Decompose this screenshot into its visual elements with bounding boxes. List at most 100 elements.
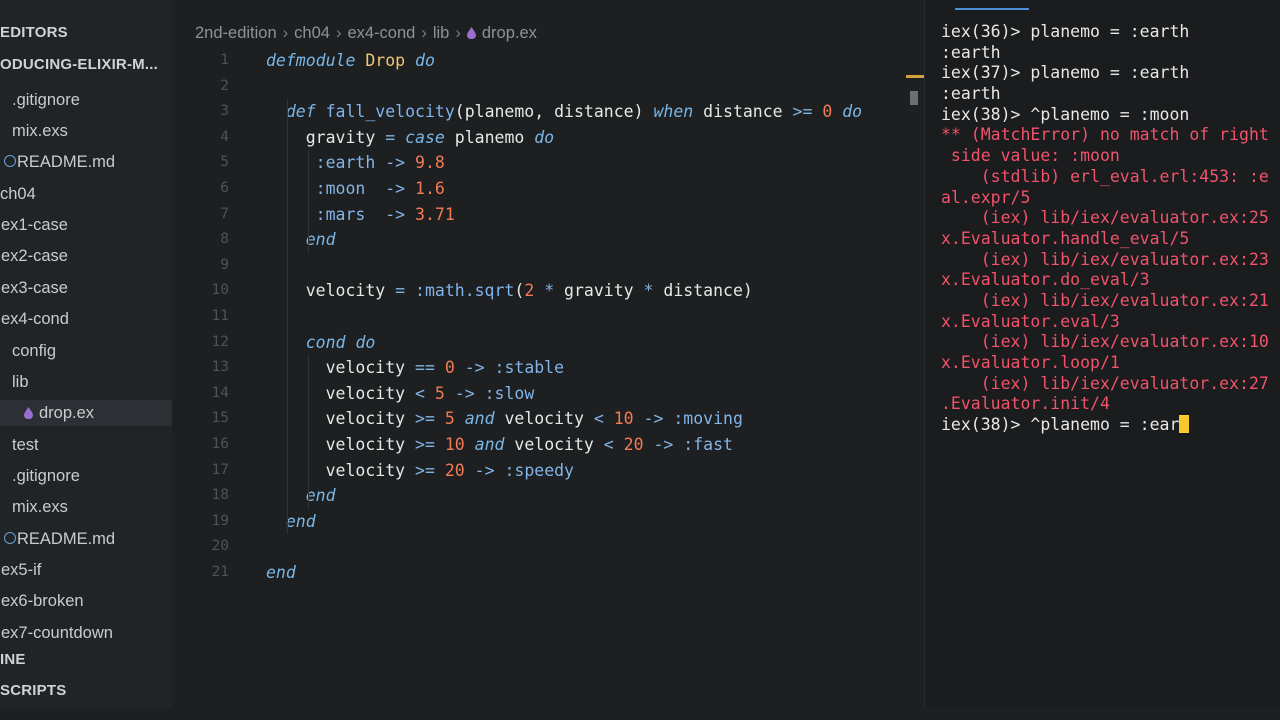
- sidebar-item[interactable]: ex5-if: [0, 557, 41, 583]
- status-bar: [0, 708, 1280, 720]
- breadcrumb-item[interactable]: 2nd-edition: [195, 24, 277, 42]
- terminal-tab-indicator[interactable]: [955, 8, 1029, 10]
- info-icon: [4, 532, 16, 544]
- sidebar-item[interactable]: ex3-case: [0, 275, 68, 301]
- breadcrumb-item[interactable]: drop.ex: [482, 24, 537, 42]
- terminal-prompt-line[interactable]: iex(38)> ^planemo = :ear: [941, 415, 1269, 436]
- line-number: 16: [211, 436, 229, 452]
- indent-guide: [308, 150, 309, 253]
- terminal-panel[interactable]: iex(36)> planemo = :earth:earth iex(37)> …: [924, 0, 1280, 720]
- breadcrumb-item[interactable]: lib: [433, 24, 450, 42]
- code-line[interactable]: end: [266, 560, 296, 586]
- line-number: 13: [211, 359, 229, 376]
- code-editor[interactable]: 2nd-edition › ch04 › ex4-cond › lib › drop.ex 1 d…: [172, 0, 924, 720]
- sidebar-item[interactable]: ex2-case: [0, 243, 68, 269]
- line-number: 21: [211, 564, 229, 580]
- sidebar-section-header[interactable]: INE: [0, 647, 26, 673]
- line-number: 15: [211, 410, 229, 427]
- sidebar-item-label: ex7-countdown: [1, 624, 113, 642]
- chevron-right-icon: ›: [335, 24, 342, 42]
- breadcrumb-item[interactable]: ex4-cond: [347, 24, 415, 42]
- sidebar-item[interactable]: lib: [0, 369, 29, 395]
- terminal-error-line: al.expr/5: [941, 187, 1031, 207]
- terminal-error-line: x.Evaluator.eval/3: [941, 311, 1120, 331]
- sidebar-item-label: ODUCING-ELIXIR-M...: [0, 56, 158, 73]
- terminal-line: :earth: [941, 84, 1001, 104]
- line-number: 17: [211, 461, 229, 478]
- code-line[interactable]: def fall_velocity(planemo, distance) whe…: [266, 99, 862, 125]
- code-line[interactable]: velocity >= 10 and velocity < 20 -> :fas…: [266, 432, 733, 458]
- line-number: 10: [211, 282, 229, 299]
- code-line[interactable]: velocity == 0 -> :stable: [266, 355, 564, 381]
- code-line[interactable]: velocity = :math.sqrt(2 * gravity * dist…: [266, 278, 753, 304]
- sidebar-section-header[interactable]: ODUCING-ELIXIR-M...: [0, 52, 158, 78]
- line-number: 4: [220, 128, 229, 145]
- indent-guide: [308, 355, 309, 509]
- sidebar-item[interactable]: mix.exs: [0, 494, 68, 520]
- sidebar-item[interactable]: ch04: [0, 181, 36, 207]
- sidebar-item-label: README.md: [17, 153, 116, 171]
- sidebar-item[interactable]: config: [0, 338, 56, 364]
- sidebar-item[interactable]: mix.exs: [0, 118, 68, 144]
- sidebar-item[interactable]: .gitignore: [0, 87, 80, 113]
- terminal-error-line: x.Evaluator.handle_eval/5: [941, 228, 1190, 248]
- code-line[interactable]: :earth -> 9.8: [266, 150, 445, 176]
- code-line[interactable]: velocity >= 5 and velocity < 10 -> :movi…: [266, 406, 743, 432]
- line-number: 3: [220, 103, 229, 120]
- code-line[interactable]: end: [266, 509, 316, 535]
- sidebar-item-label: test: [12, 436, 39, 454]
- scrollbar-thumb[interactable]: [910, 91, 918, 105]
- elixir-drop-icon: [466, 27, 476, 39]
- terminal-error-line: .Evaluator.init/4: [941, 394, 1110, 414]
- sidebar-item-label: ex2-case: [1, 247, 68, 265]
- sidebar-item[interactable]: ex7-countdown: [0, 620, 113, 646]
- sidebar-item-label: drop.ex: [39, 404, 95, 422]
- sidebar-item[interactable]: drop.ex: [0, 400, 172, 426]
- code-line[interactable]: gravity = case planemo do: [266, 125, 554, 151]
- code-line[interactable]: cond do: [266, 330, 376, 356]
- minimap-change-marker: [906, 75, 924, 78]
- code-line[interactable]: :mars -> 3.71: [266, 202, 455, 228]
- terminal-cursor: [1179, 415, 1190, 434]
- sidebar-item[interactable]: README.md: [0, 526, 115, 552]
- terminal-line: iex(38)> ^planemo = :moon: [941, 104, 1190, 124]
- sidebar-item-label: ex6-broken: [1, 592, 84, 610]
- chevron-right-icon: ›: [421, 24, 427, 42]
- sidebar-item-label: ch04: [0, 185, 36, 203]
- indent-guide: [287, 99, 288, 535]
- sidebar-item[interactable]: ex6-broken: [0, 588, 84, 614]
- sidebar-item-label: ex5-if: [1, 561, 42, 579]
- code-line[interactable]: velocity >= 20 -> :speedy: [266, 458, 574, 484]
- sidebar-section-header[interactable]: SCRIPTS: [0, 678, 66, 704]
- terminal-error-line: x.Evaluator.do_eval/3: [941, 270, 1150, 290]
- sidebar-item-label: mix.exs: [12, 122, 68, 140]
- sidebar-item[interactable]: README.md: [0, 149, 115, 175]
- sidebar-item[interactable]: test: [0, 432, 39, 458]
- line-number: 5: [220, 154, 229, 171]
- code-line[interactable]: :moon -> 1.6: [266, 176, 445, 202]
- sidebar-item-label: .gitignore: [12, 467, 80, 485]
- sidebar-item[interactable]: .gitignore: [0, 463, 80, 489]
- terminal-input[interactable]: iex(38)> ^planemo = :ear: [941, 415, 1179, 434]
- sidebar-item-label: .gitignore: [12, 91, 80, 109]
- code-line[interactable]: defmodule Drop do: [266, 48, 435, 74]
- terminal-error-line: (stdlib) erl_eval.erl:453: :e: [941, 166, 1269, 186]
- chevron-right-icon: ›: [455, 24, 461, 42]
- code-line[interactable]: end: [266, 483, 336, 509]
- code-line[interactable]: end: [266, 227, 336, 253]
- code-line[interactable]: velocity < 5 -> :slow: [266, 381, 535, 407]
- sidebar-item[interactable]: ex4-cond: [0, 306, 69, 332]
- breadcrumb-item[interactable]: ch04: [294, 24, 330, 42]
- sidebar-item-label: mix.exs: [12, 498, 68, 516]
- terminal-line: iex(37)> planemo = :earth: [941, 63, 1190, 83]
- terminal-error-line: ** (MatchError) no match of right: [941, 125, 1269, 145]
- terminal-error-line: (iex) lib/iex/evaluator.ex:25: [941, 208, 1269, 228]
- sidebar-section-header[interactable]: EDITORS: [0, 20, 68, 46]
- sidebar-item-label: config: [12, 342, 57, 360]
- explorer-sidebar: EDITORS ODUCING-ELIXIR-M... .gitignore mix.…: [0, 0, 172, 720]
- elixir-drop-icon: [24, 407, 33, 419]
- sidebar-item-label: SCRIPTS: [0, 682, 67, 699]
- sidebar-item[interactable]: ex1-case: [0, 212, 68, 238]
- terminal-error-line: (iex) lib/iex/evaluator.ex:27: [941, 373, 1269, 393]
- sidebar-item-label: lib: [12, 373, 29, 391]
